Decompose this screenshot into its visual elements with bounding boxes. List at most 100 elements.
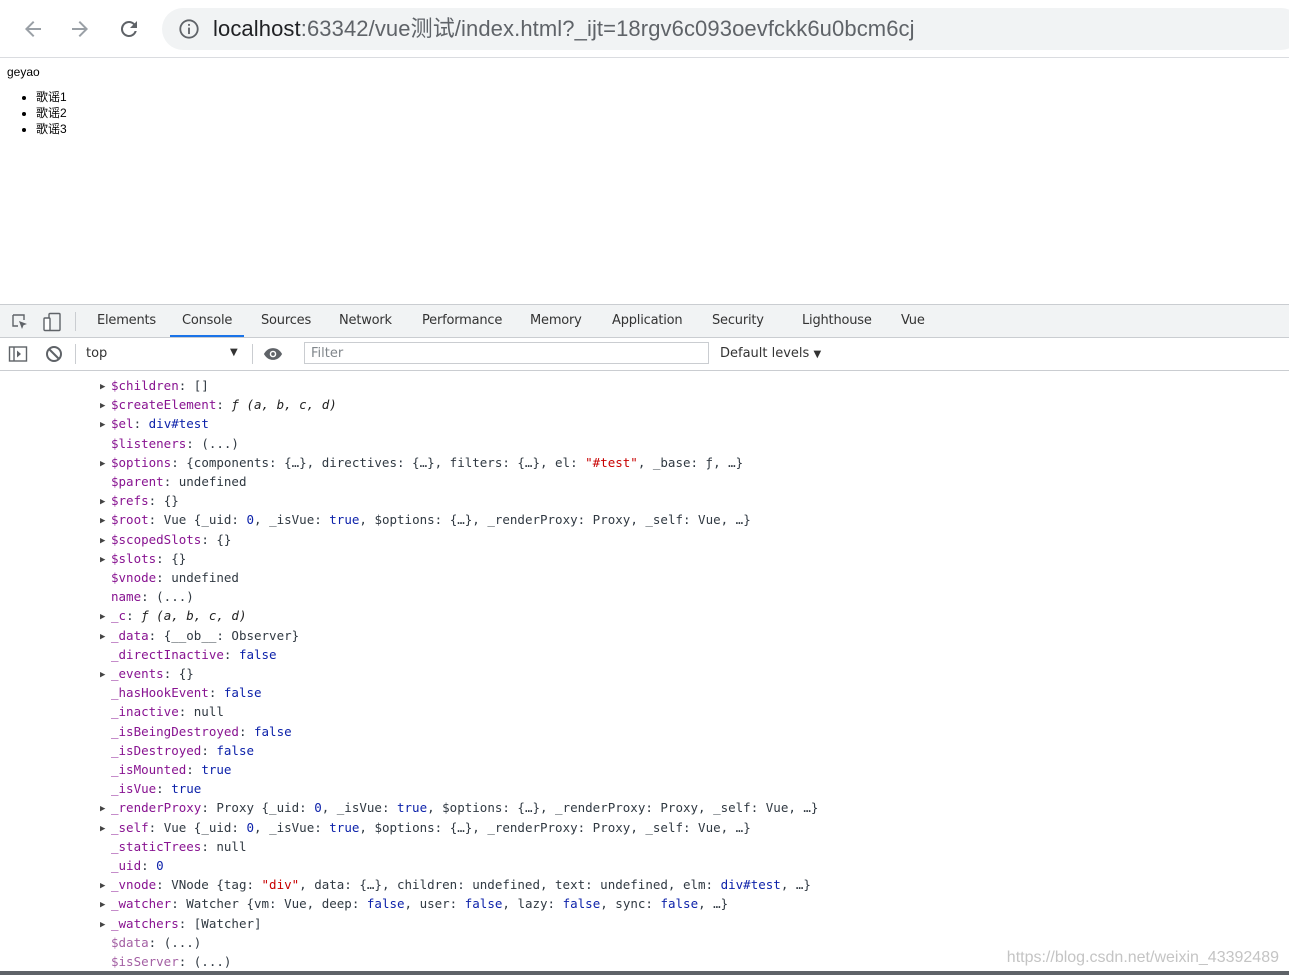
expand-triangle-icon[interactable]: ▶ <box>100 820 111 839</box>
tab-memory[interactable]: Memory <box>530 305 582 337</box>
url-host: localhost <box>213 16 301 41</box>
clear-console-button[interactable] <box>44 344 64 364</box>
console-property-row[interactable]: ▶ $options: {components: {…}, directives:… <box>100 453 743 472</box>
property-value: : undefined <box>163 474 247 489</box>
console-property-row[interactable]: ▶ _watchers: [Watcher] <box>100 914 262 933</box>
console-property-row[interactable]: ▶ $el: div#test <box>100 414 209 433</box>
live-expression-button[interactable] <box>263 344 283 364</box>
eye-icon <box>263 348 283 360</box>
expand-triangle-icon[interactable]: ▶ <box>100 877 111 896</box>
expand-triangle-icon[interactable]: ▶ <box>100 397 111 416</box>
property-key: _events <box>111 666 164 681</box>
cursor-select-icon <box>12 314 27 329</box>
property-key: $parent <box>111 474 164 489</box>
console-property-row[interactable]: ▶ _vnode: VNode {tag: "div", data: {…}, c… <box>100 875 811 894</box>
url-path: :63342/vue测试/index.html?_ijt=18rgv6c093o… <box>300 16 915 41</box>
console-property-row[interactable]: ▶ $scopedSlots: {} <box>100 530 231 549</box>
property-key: _uid <box>111 858 142 873</box>
console-property-row[interactable]: ▶ _self: Vue {_uid: 0, _isVue: true, $opt… <box>100 818 751 837</box>
expand-triangle-icon[interactable]: ▶ <box>100 378 111 397</box>
tab-vue[interactable]: Vue <box>901 305 925 337</box>
list-item: 歌谣2 <box>36 105 67 121</box>
reload-button[interactable] <box>112 12 146 46</box>
property-value: : null <box>178 704 224 720</box>
property-key: _isDestroyed <box>111 742 202 758</box>
property-key: $options <box>111 454 172 470</box>
expand-triangle-icon <box>100 839 111 858</box>
tab-security[interactable]: Security <box>712 305 764 337</box>
tab-network[interactable]: Network <box>339 305 392 337</box>
property-value: : 0 <box>141 858 164 873</box>
console-property-row[interactable]: ▶ $createElement: ƒ (a, b, c, d) <box>100 395 337 414</box>
device-mobile-icon <box>43 312 61 332</box>
expand-triangle-icon[interactable]: ▶ <box>100 455 111 474</box>
expand-triangle-icon[interactable]: ▶ <box>100 416 111 435</box>
info-icon[interactable] <box>178 18 200 40</box>
expand-triangle-icon[interactable]: ▶ <box>100 493 111 512</box>
property-value: : false <box>223 646 277 662</box>
divider <box>75 344 76 364</box>
property-value: : true <box>186 762 232 777</box>
tab-performance[interactable]: Performance <box>422 305 502 337</box>
expand-triangle-icon[interactable]: ▶ <box>100 800 111 819</box>
forward-button[interactable] <box>63 12 97 46</box>
console-property-row: _isMounted: true <box>100 760 231 779</box>
expand-triangle-icon[interactable]: ▶ <box>100 666 111 685</box>
log-levels-dropdown[interactable]: Default levels ▼ <box>720 346 821 361</box>
back-button[interactable] <box>16 12 50 46</box>
property-value: : ƒ (a, b, c, d) <box>126 608 247 624</box>
expand-triangle-icon <box>100 762 111 781</box>
expand-triangle-icon <box>100 743 111 762</box>
console-property-row[interactable]: ▶ _watcher: Watcher {vm: Vue, deep: false… <box>100 894 728 913</box>
property-value: : Watcher {vm: Vue, deep: false, user: f… <box>171 896 729 912</box>
property-value: : false <box>208 685 262 701</box>
show-sidebar-button[interactable] <box>8 344 28 364</box>
expand-triangle-icon[interactable]: ▶ <box>100 608 111 627</box>
console-property-row[interactable]: ▶ $children: [] <box>100 376 209 395</box>
property-key: $children <box>111 378 179 393</box>
address-bar[interactable]: localhost:63342/vue测试/index.html?_ijt=18… <box>162 8 1289 50</box>
list-item: 歌谣1 <box>36 89 67 105</box>
expand-triangle-icon <box>100 954 111 971</box>
tab-sources[interactable]: Sources <box>261 305 311 337</box>
expand-triangle-icon <box>100 935 111 954</box>
device-toolbar-button[interactable] <box>42 312 62 332</box>
property-key: $createElement <box>111 397 217 413</box>
property-key: _c <box>111 608 127 624</box>
property-value: : [] <box>178 378 209 393</box>
expand-triangle-icon <box>100 724 111 743</box>
expand-triangle-icon[interactable]: ▶ <box>100 628 111 647</box>
property-key: name <box>111 589 142 605</box>
console-property-row: $vnode: undefined <box>100 568 239 587</box>
reload-icon <box>120 20 137 37</box>
expand-triangle-icon <box>100 685 111 704</box>
tab-elements[interactable]: Elements <box>97 305 156 337</box>
console-property-row[interactable]: ▶ _data: {__ob__: Observer} <box>100 626 299 645</box>
list-item: 歌谣3 <box>36 121 67 137</box>
console-property-row[interactable]: ▶ $refs: {} <box>100 491 179 510</box>
filter-input[interactable] <box>304 342 709 364</box>
console-property-row[interactable]: ▶ _renderProxy: Proxy {_uid: 0, _isVue: t… <box>100 798 818 817</box>
divider <box>75 312 76 331</box>
tab-console[interactable]: Console <box>169 305 245 337</box>
console-property-row: $data: (...) <box>100 933 201 952</box>
expand-triangle-icon[interactable]: ▶ <box>100 551 111 570</box>
property-value: : (...) <box>178 954 232 969</box>
tab-application[interactable]: Application <box>612 305 683 337</box>
context-selector[interactable]: top ▼ <box>86 346 246 361</box>
console-property-row[interactable]: ▶ $slots: {} <box>100 549 186 568</box>
inspect-element-button[interactable] <box>10 312 30 332</box>
expand-triangle-icon[interactable]: ▶ <box>100 896 111 915</box>
tab-lighthouse[interactable]: Lighthouse <box>802 305 872 337</box>
property-key: _vnode <box>111 877 157 893</box>
expand-triangle-icon[interactable]: ▶ <box>100 916 111 935</box>
property-value: : (...) <box>148 934 202 950</box>
console-property-row[interactable]: ▶ $root: Vue {_uid: 0, _isVue: true, $opt… <box>100 510 751 529</box>
expand-triangle-icon[interactable]: ▶ <box>100 512 111 531</box>
console-property-row: name: (...) <box>100 587 194 606</box>
console-property-row[interactable]: ▶ _events: {} <box>100 664 194 683</box>
expand-triangle-icon[interactable]: ▶ <box>100 532 111 551</box>
url-text[interactable]: localhost:63342/vue测试/index.html?_ijt=18… <box>213 16 915 42</box>
song-list: 歌谣1 歌谣2 歌谣3 <box>0 89 67 137</box>
console-property-row[interactable]: ▶ _c: ƒ (a, b, c, d) <box>100 606 246 625</box>
